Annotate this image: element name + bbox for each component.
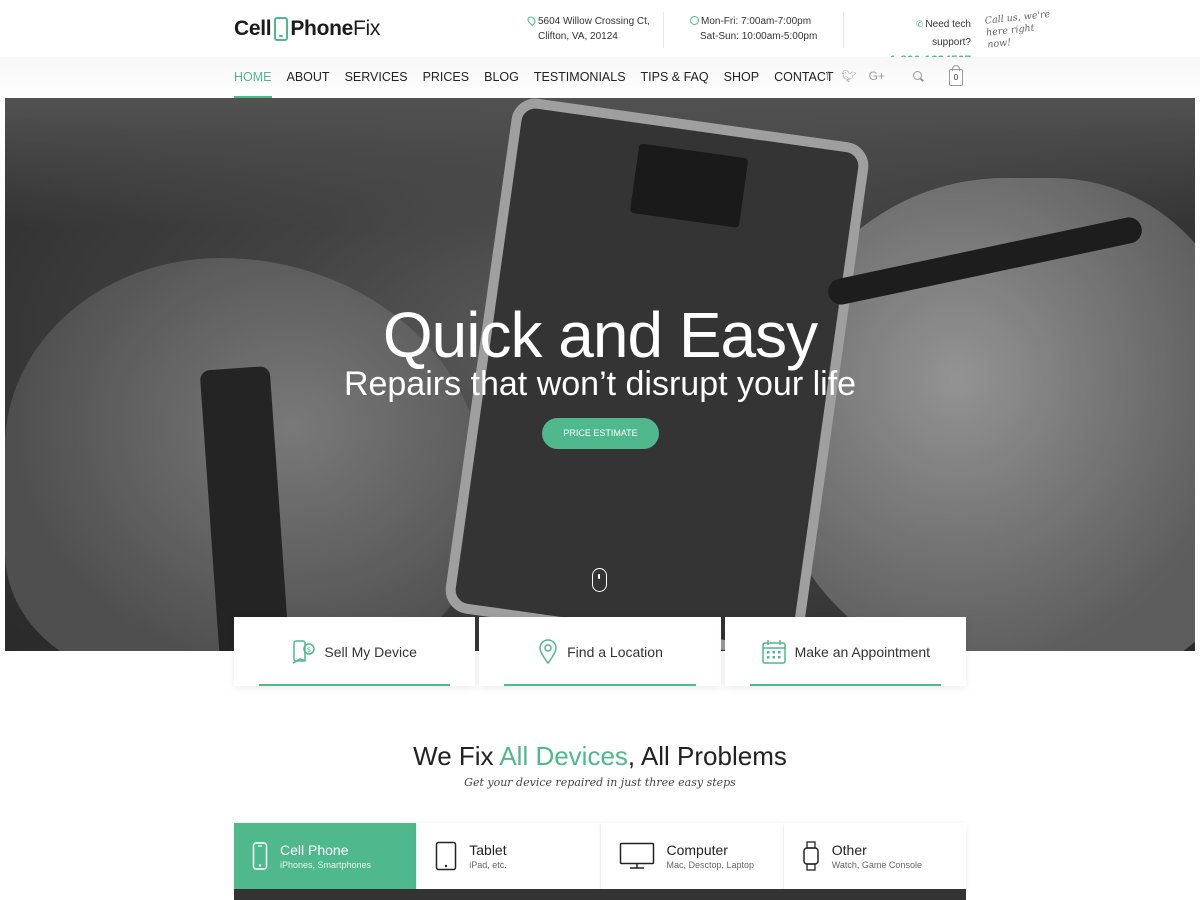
tab-computer-name: Computer <box>666 842 728 858</box>
find-location-label: Find a Location <box>567 643 663 660</box>
tab-tablet-name: Tablet <box>469 842 507 858</box>
main-nav: HOME ABOUT SERVICES PRICES BLOG TESTIMON… <box>234 57 849 98</box>
nav-testimonials[interactable]: TESTIMONIALS <box>534 57 626 98</box>
sell-device-card[interactable]: $ Sell My Device <box>234 617 476 686</box>
tab-other[interactable]: Other Watch, Game Console <box>783 823 966 889</box>
hours-line-1: Mon-Fri: 7:00am-7:00pm <box>701 16 812 27</box>
nav-contact[interactable]: CONTACT <box>774 57 834 98</box>
top-header: Cell Phone Fix 5604 Willow Crossing Ct, … <box>0 0 1200 67</box>
google-plus-icon[interactable]: G+ <box>869 69 885 83</box>
address-line-1: 5604 Willow Crossing Ct, <box>538 16 650 27</box>
phone-icon: ✆ <box>915 19 924 29</box>
section-title-accent: All Devices <box>499 741 628 771</box>
nav-prices[interactable]: PRICES <box>423 57 470 98</box>
logo-phone: Phone <box>290 17 353 40</box>
section-subtitle: Get your device repaired in just three e… <box>464 776 736 789</box>
svg-text:$: $ <box>307 646 311 654</box>
nav-tips-faq[interactable]: TIPS & FAQ <box>641 57 709 98</box>
tab-tablet-desc: iPad, etc. <box>469 860 507 870</box>
find-location-card[interactable]: Find a Location <box>479 617 721 686</box>
hero-subtitle: Repairs that won’t disrupt your life <box>343 365 857 403</box>
location-pin-icon <box>539 638 557 664</box>
price-estimate-button[interactable]: PRICE ESTIMATE <box>542 418 659 449</box>
make-appointment-card[interactable]: Make an Appointment <box>724 617 966 686</box>
address-line-2: Clifton, VA, 20124 <box>538 31 618 42</box>
tab-other-desc: Watch, Game Console <box>831 860 922 870</box>
hero-banner: Quick and Easy Repairs that won’t disrup… <box>5 98 1195 651</box>
tab-computer[interactable]: Computer Mac, Desctop, Laptop <box>600 823 783 889</box>
section-title-pre: We Fix <box>413 741 500 771</box>
device-tabs: Cell Phone iPhones, Smartphones Tablet iPa… <box>234 823 966 889</box>
cell-phone-icon <box>252 842 268 870</box>
section-title-post: , All Problems <box>627 741 787 771</box>
nav-about[interactable]: ABOUT <box>287 57 330 98</box>
tab-cell-phone-desc: iPhones, Smartphones <box>280 860 372 870</box>
tab-computer-desc: Mac, Desctop, Laptop <box>666 860 755 870</box>
hero-title: Quick and Easy <box>382 299 818 371</box>
logo-cell: Cell <box>234 17 272 40</box>
address-block: 5604 Willow Crossing Ct, Clifton, VA, 20… <box>525 14 658 44</box>
section-title: We Fix All Devices, All Problems <box>0 741 1200 772</box>
tab-cell-phone-name: Cell Phone <box>280 842 349 858</box>
nav-home[interactable]: HOME <box>234 57 272 98</box>
sell-device-label: Sell My Device <box>324 643 417 660</box>
logo[interactable]: Cell Phone Fix <box>234 14 380 44</box>
logo-phone-icon <box>274 17 289 41</box>
support-question: Need tech support? <box>925 19 971 48</box>
nav-shop[interactable]: SHOP <box>724 57 759 98</box>
header-divider <box>843 12 844 48</box>
header-divider <box>663 12 664 48</box>
nav-blog[interactable]: BLOG <box>484 57 519 98</box>
hours-line-2: Sat-Sun: 10:00am-5:00pm <box>700 31 818 42</box>
hours-block: Mon-Fri: 7:00am-7:00pm Sat-Sun: 10:00am-… <box>690 14 830 44</box>
tab-cell-phone[interactable]: Cell Phone iPhones, Smartphones <box>234 823 417 889</box>
nav-bar: HOME ABOUT SERVICES PRICES BLOG TESTIMON… <box>0 57 1200 98</box>
map-pin-icon <box>525 14 538 27</box>
monitor-icon <box>619 842 654 869</box>
tablet-icon <box>436 841 457 871</box>
cart-icon[interactable]: 0 <box>949 65 963 86</box>
nav-services[interactable]: SERVICES <box>345 57 408 98</box>
social-links: f 🐦︎ G+ <box>826 69 885 83</box>
tab-content-preview <box>234 889 966 900</box>
search-icon[interactable] <box>913 71 924 82</box>
sell-device-icon: $ <box>292 639 316 664</box>
scroll-down-icon[interactable] <box>592 568 607 592</box>
tab-tablet[interactable]: Tablet iPad, etc. <box>417 823 600 889</box>
action-cards: $ Sell My Device Find a Location Make an… <box>234 617 966 686</box>
watch-icon <box>803 841 819 871</box>
tab-other-name: Other <box>831 842 867 858</box>
call-us-note: Call us, we're here right now! <box>984 8 1051 51</box>
twitter-icon[interactable]: 🐦︎ <box>841 69 856 83</box>
calendar-icon <box>761 639 786 664</box>
logo-fix: Fix <box>353 17 381 40</box>
make-appointment-label: Make an Appointment <box>794 643 931 660</box>
clock-icon <box>690 16 699 25</box>
facebook-icon[interactable]: f <box>826 69 829 83</box>
